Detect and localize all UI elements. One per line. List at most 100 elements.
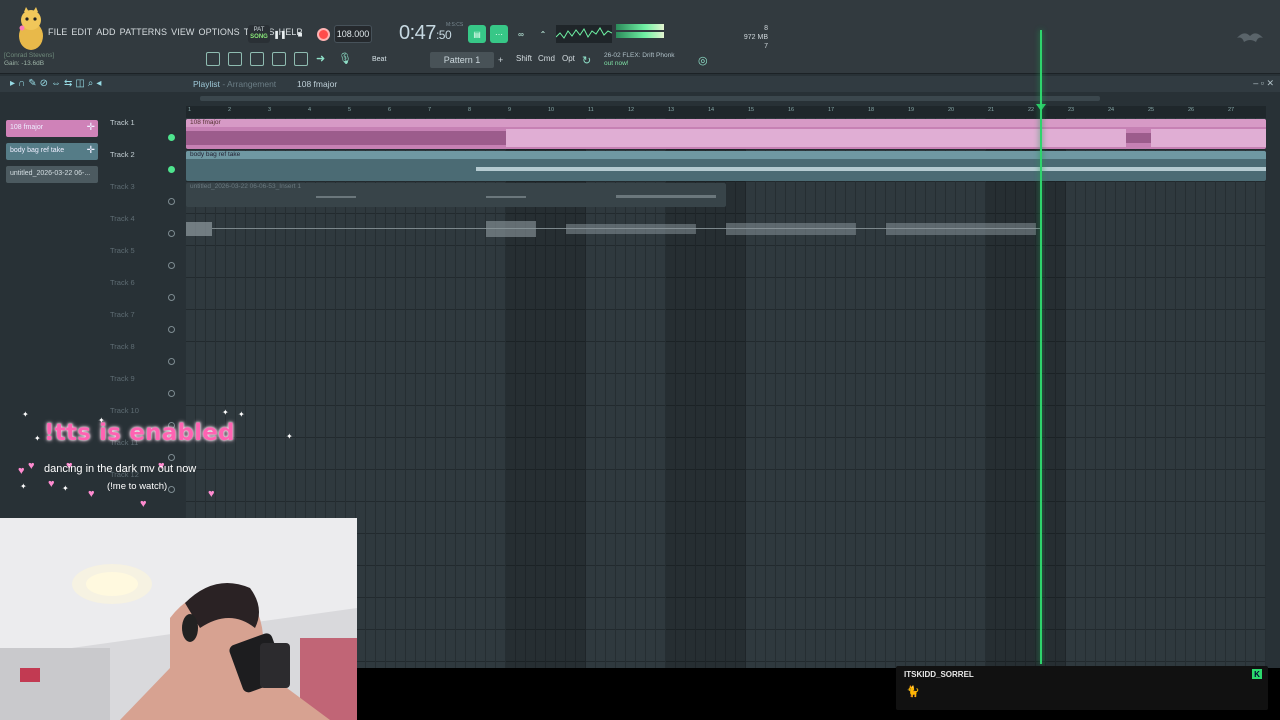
cmd-button[interactable]: Cmd <box>538 54 555 63</box>
add-icon: ✛ <box>86 122 95 133</box>
track-header[interactable]: Track 7 <box>110 310 180 342</box>
menu-add[interactable]: ADD <box>94 27 117 37</box>
ruler-bar-number: 26 <box>1188 107 1195 113</box>
menu-file[interactable]: FILE <box>46 27 69 37</box>
track-label: Track 8 <box>110 342 135 351</box>
pat-song-toggle[interactable]: PAT SONG <box>248 25 270 43</box>
track-mute-led[interactable] <box>168 454 175 461</box>
heart-icon: ♥ <box>208 488 215 500</box>
arrow-right-icon[interactable]: ➜ <box>316 52 330 66</box>
track-mute-led[interactable] <box>168 134 175 141</box>
track-label: Track 2 <box>110 150 135 159</box>
playlist-title: Playlist - Arrangement <box>193 79 276 89</box>
waveform <box>476 167 1266 171</box>
menu-view[interactable]: VIEW <box>169 27 196 37</box>
ruler-bar-number: 10 <box>548 107 555 113</box>
track-mute-led[interactable] <box>168 198 175 205</box>
playlist-tools[interactable]: ▸∩✎⊘⇔⇆◫⌕◂ <box>10 78 104 89</box>
opt-button[interactable]: Opt <box>562 54 575 63</box>
track-header[interactable]: Track 9 <box>110 374 180 406</box>
channel-rack-icon[interactable] <box>250 52 264 66</box>
track-mute-led[interactable] <box>168 390 175 397</box>
play-pause-button[interactable]: ❚❚ <box>272 25 288 43</box>
clip-untitled-insert[interactable]: untitled_2026-03-22 06-06-53_Insert 1 <box>186 183 726 207</box>
kick-badge-icon: K <box>1252 669 1262 679</box>
menu-options[interactable]: OPTIONS <box>197 27 242 37</box>
news-panel[interactable]: 26-02 FLEX: Drift Phonk out now! <box>604 52 674 68</box>
ruler-bar-number: 7 <box>428 107 432 113</box>
timeline-ruler[interactable]: 1 2 3 4 5 6 7 8 9 10 11 12 13 14 15 16 17 18 19 20 21 22 23 24 2… <box>186 106 1266 118</box>
song-label: SONG <box>250 34 268 40</box>
clip-body-bag-ref-take[interactable]: body bag ref take <box>186 151 1266 181</box>
snap-selector[interactable]: Beat <box>372 56 386 63</box>
heart-icon: ♥ <box>28 460 35 472</box>
ruler-bar-number: 1 <box>188 107 192 113</box>
track-header[interactable]: Track 1 <box>110 118 180 150</box>
online-icon[interactable]: ◎ <box>698 54 708 67</box>
heart-icon: ♥ <box>140 498 147 510</box>
track-header[interactable]: Track 8 <box>110 342 180 374</box>
master-volume-meter[interactable] <box>616 24 664 44</box>
pattern-selector[interactable]: Pattern 1 <box>430 52 494 68</box>
picker-item-untitled[interactable]: untitled_2026-03-22 06-... <box>6 166 98 183</box>
wait-input-button[interactable]: ⋯ <box>490 25 508 43</box>
track-mute-led[interactable] <box>168 262 175 269</box>
picker-item-body-bag[interactable]: body bag ref take ✛ <box>6 143 98 160</box>
mic-icon[interactable]: 🎙 <box>338 52 352 66</box>
ruler-bar-number: 6 <box>388 107 392 113</box>
picker-label: untitled_2026-03-22 06-... <box>10 170 91 177</box>
mascot-logo-icon <box>19 7 43 50</box>
piano-roll-icon[interactable] <box>272 52 286 66</box>
song-time-display[interactable]: 0:47:50 <box>399 22 452 45</box>
ruler-bar-number: 23 <box>1068 107 1075 113</box>
sparkle-icon: ✦ <box>222 408 229 417</box>
countdown-icon: ∞ <box>518 29 524 39</box>
record-button[interactable] <box>314 25 332 43</box>
track-header[interactable]: Track 5 <box>110 246 180 278</box>
picker-item-108-fmajor[interactable]: 108 fmajor ✛ <box>6 120 98 137</box>
browser-icon[interactable] <box>294 52 308 66</box>
track-header[interactable]: Track 6 <box>110 278 180 310</box>
track-mute-led[interactable] <box>168 166 175 173</box>
playlist-title-text: Playlist <box>193 79 220 89</box>
horizontal-scrollbar[interactable] <box>200 96 1100 101</box>
playlist-subtitle: - Arrangement <box>222 79 277 89</box>
add-icon: ✛ <box>86 145 95 156</box>
tempo-display[interactable]: 108.000 <box>334 25 372 43</box>
window-controls[interactable]: – ▫ ✕ <box>1253 78 1274 89</box>
mixer-tool-icon[interactable] <box>228 52 242 66</box>
ruler-bar-number: 20 <box>948 107 955 113</box>
stop-button[interactable]: ■ <box>292 25 308 43</box>
track-mute-led[interactable] <box>168 358 175 365</box>
oscilloscope-monitor <box>556 25 612 43</box>
chat-message: ITSKIDD_SORREL 🐈 K <box>896 666 1268 710</box>
playlist-pattern[interactable]: 108 fmajor <box>297 79 337 89</box>
track-header[interactable]: Track 3 <box>110 182 180 214</box>
track-mute-led[interactable] <box>168 486 175 493</box>
clip-108-fmajor[interactable]: 108 fmajor <box>186 119 1266 149</box>
shift-button[interactable]: Shift <box>516 54 532 63</box>
clip-picker: 108 fmajor ✛ body bag ref take ✛ untitled_… <box>6 120 98 189</box>
cpu-memory-panel: 8 972 MB 7 <box>720 24 768 51</box>
pattern-tool-icon[interactable] <box>206 52 220 66</box>
track-mute-led[interactable] <box>168 230 175 237</box>
blend-notes-button[interactable]: ⌃ <box>534 25 552 43</box>
clip-title: 108 fmajor <box>186 119 1266 127</box>
metronome-button[interactable]: ▤ <box>468 25 486 43</box>
playhead-line[interactable] <box>1040 30 1042 664</box>
track-header[interactable]: Track 4 <box>110 214 180 246</box>
menu-patterns[interactable]: PATTERNS <box>118 27 169 37</box>
clip-title: untitled_2026-03-22 06-06-53_Insert 1 <box>190 183 301 190</box>
track-mute-led[interactable] <box>168 294 175 301</box>
menu-edit[interactable]: EDIT <box>69 27 94 37</box>
refresh-icon[interactable]: ↻ <box>582 54 591 67</box>
countdown-button[interactable]: ∞ <box>512 25 530 43</box>
track-label: Track 6 <box>110 278 135 287</box>
track-mute-led[interactable] <box>168 326 175 333</box>
ruler-bar-number: 11 <box>588 107 594 113</box>
track-header[interactable]: Track 2 <box>110 150 180 182</box>
ruler-bar-number: 9 <box>508 107 512 113</box>
bat-logo-icon <box>1237 33 1263 42</box>
add-pattern-button[interactable]: + <box>498 55 503 65</box>
hint-gain: Gain: -13.6dB <box>4 60 45 67</box>
